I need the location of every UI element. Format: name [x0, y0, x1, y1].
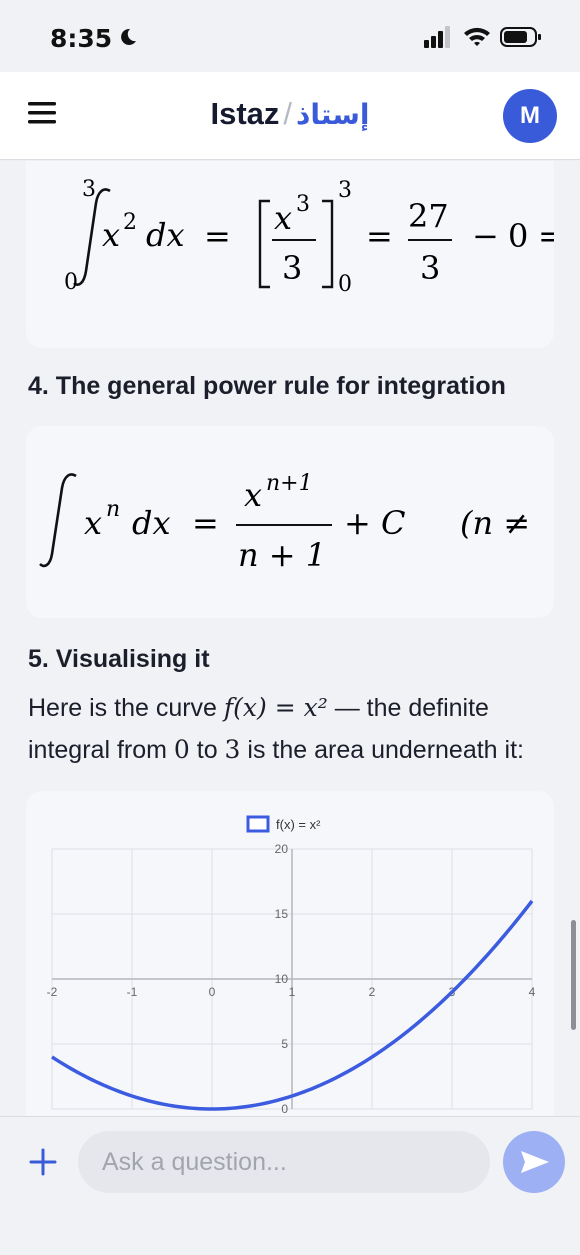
- formula-card-definite: 3 0 x 2 dx = x 3 3 3 0 = 27 3 − 0 =: [26, 161, 554, 348]
- fraction-denominator: 3: [282, 249, 302, 287]
- fraction-numerator: x: [274, 199, 292, 237]
- result-denominator: 3: [420, 249, 440, 287]
- parabola-chart: -2 -1 0 1 2 3 405101520f(x) = x²: [47, 815, 536, 1116]
- upper-limit: 3: [82, 177, 96, 202]
- bracket-lower-limit: 0: [338, 272, 352, 297]
- definite-integral-formula: 3 0 x 2 dx = x 3 3 3 0 = 27 3 − 0 =: [64, 177, 554, 297]
- differential: dx: [132, 504, 171, 542]
- integral-sign-icon: [39, 473, 77, 568]
- integrand-base: x: [84, 504, 102, 542]
- legend-swatch: [246, 815, 270, 833]
- brand-name: Istaz: [210, 96, 280, 131]
- x-tick-label: -1: [127, 985, 138, 999]
- bracket-upper-limit: 3: [338, 178, 352, 203]
- x-tick-label: 1: [289, 985, 296, 999]
- fraction-denominator: n + 1: [238, 536, 326, 574]
- x-tick-label: 2: [369, 985, 376, 999]
- x-tick-label: 0: [209, 985, 216, 999]
- differential: dx: [146, 216, 185, 254]
- right-bracket: [322, 199, 334, 289]
- formula-card-power-rule: x n dx = x n+1 n + 1 + C (n ≠: [26, 426, 554, 618]
- section-heading-visualising: 5. Visualising it: [28, 645, 210, 673]
- result-numerator: 27: [408, 197, 449, 235]
- integrand-exponent: n: [106, 497, 120, 522]
- question-input-wrapper: [78, 1131, 490, 1193]
- battery-icon: [500, 27, 541, 47]
- zero-term: 0: [508, 217, 528, 255]
- numerator-exponent: 3: [296, 192, 310, 217]
- y-tick-label: 5: [281, 1037, 288, 1051]
- condition: (n ≠: [460, 504, 530, 542]
- chart-card: -2 -1 0 1 2 3 4 0 5 10 15 20 f(x) = x²: [26, 791, 554, 1116]
- equals-2: =: [366, 217, 393, 255]
- numerator-exponent: n+1: [266, 471, 313, 496]
- equals-3: =: [538, 217, 554, 255]
- constant-term: + C: [344, 504, 405, 542]
- chat-content: 3 0 x 2 dx = x 3 3 3 0 = 27 3 − 0 = 4. T…: [0, 161, 580, 1116]
- composer-bar: [0, 1116, 580, 1255]
- y-tick-label: 0: [281, 1102, 288, 1116]
- wifi-icon: [464, 27, 490, 46]
- x-tick-label: 4: [529, 985, 536, 999]
- question-input[interactable]: [78, 1131, 490, 1193]
- fraction-numerator: x: [244, 476, 262, 514]
- status-bar: 8:35: [0, 0, 580, 72]
- equals: =: [192, 504, 219, 542]
- brand-name-arabic: إستاذ: [296, 98, 370, 131]
- status-time: 8:35: [50, 24, 113, 53]
- equals-1: =: [204, 217, 231, 255]
- x-tick-label: -2: [47, 985, 58, 999]
- app-title: Istaz / إستاذ: [0, 96, 580, 132]
- cellular-signal-icon: [424, 26, 450, 48]
- moon-icon: [121, 28, 136, 45]
- legend-label: f(x) = x²: [276, 817, 321, 832]
- section-heading-power-rule: 4. The general power rule for integratio…: [28, 372, 506, 400]
- avatar[interactable]: M: [503, 89, 557, 143]
- y-tick-label: 20: [275, 842, 289, 856]
- app-header: Istaz / إستاذ M: [0, 72, 580, 160]
- left-bracket: [258, 199, 270, 289]
- integrand-base: x: [102, 216, 120, 254]
- power-rule-formula: x n dx = x n+1 n + 1 + C (n ≠: [39, 471, 530, 574]
- minus-sign: −: [472, 217, 499, 255]
- send-button[interactable]: [503, 1131, 565, 1193]
- send-arrow-icon: [521, 1151, 549, 1173]
- integrand-exponent: 2: [123, 210, 137, 235]
- brand-separator: /: [283, 96, 293, 131]
- y-tick-label: 10: [275, 972, 289, 986]
- scrollbar-thumb[interactable]: [571, 920, 576, 1030]
- visualising-paragraph: Here is the curve f(x) = x² — the defini…: [28, 693, 524, 764]
- plus-icon[interactable]: [28, 1147, 58, 1177]
- y-tick-label: 15: [275, 907, 289, 921]
- function-notation: f(x) = x²: [223, 693, 328, 722]
- lower-limit: 0: [64, 270, 78, 295]
